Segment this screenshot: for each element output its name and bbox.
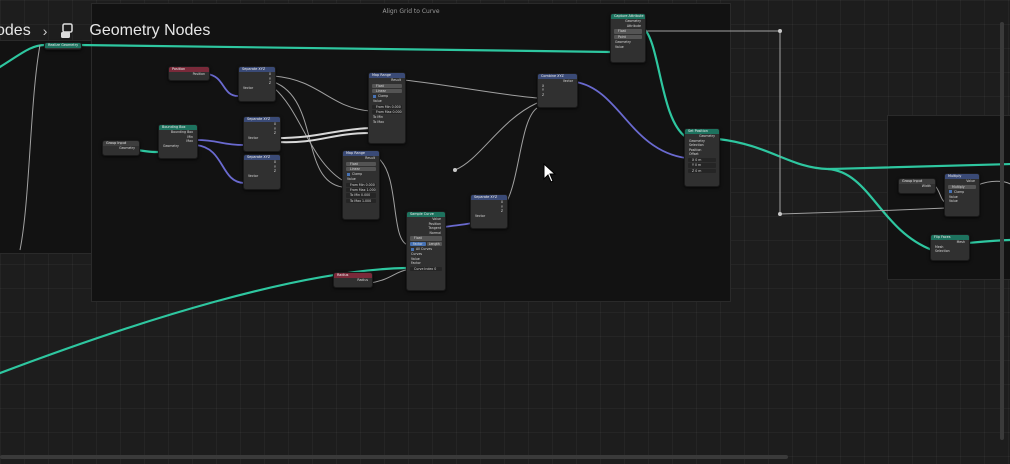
mode-length-button[interactable]: Length [426, 241, 442, 247]
horizontal-scrollbar[interactable] [0, 455, 788, 459]
field-value: 0.000 [365, 182, 375, 187]
node-multiply[interactable]: Multiply Value Multiply Clamp Value Valu… [944, 173, 980, 217]
interpolation-dropdown[interactable]: Linear [346, 166, 376, 172]
field-label: Y [692, 163, 694, 168]
output-radius: Radius [357, 278, 368, 282]
field-label: Curve Index [414, 266, 434, 271]
field-label: X [692, 157, 695, 162]
interpolation-dropdown[interactable]: Linear [372, 88, 402, 94]
node-capture-attribute[interactable]: Capture Attribute Geometry Attribute Flo… [610, 13, 646, 63]
input-z: Z [542, 92, 545, 97]
data-type-dropdown[interactable]: Float [372, 83, 402, 88]
node-group-input-2[interactable]: Group Input Width [898, 178, 936, 194]
node-realize-geometry[interactable]: Realize Geometry [44, 42, 82, 50]
field-label: To Min [350, 193, 361, 198]
node-separate-xyz-1[interactable]: Separate XYZ X Y Z Vector [238, 66, 276, 102]
node-tree-icon [61, 23, 74, 38]
data-type-dropdown[interactable]: Float [614, 29, 642, 34]
output-socket-label: Position [192, 72, 205, 76]
data-type-dropdown[interactable]: Float [410, 236, 442, 241]
input-factor: Factor [411, 261, 421, 266]
breadcrumb-parent[interactable]: odes [0, 22, 31, 40]
node-separate-xyz-4[interactable]: Separate XYZ X Y Z Vector [470, 194, 508, 229]
node-separate-xyz-2[interactable]: Separate XYZ X Y Z Vector [243, 116, 281, 152]
node-radius[interactable]: Radius Radius [333, 272, 373, 288]
from-max-field[interactable]: From Max 1.000 [346, 187, 376, 193]
offset-y-field[interactable]: Y 0 m [688, 163, 716, 168]
node-title: Realize Geometry [45, 43, 81, 48]
input-vector: Vector [243, 85, 254, 90]
input-vector: Vector [475, 213, 486, 218]
output-normal: Normal [429, 230, 441, 235]
input-value: Value [347, 176, 356, 181]
mode-toggle: Factor Length [410, 241, 442, 247]
field-label: From Min [376, 104, 391, 109]
to-min-field[interactable]: To Min 0.000 [346, 193, 376, 198]
field-value: 0 m [695, 157, 702, 162]
field-value: 0.000 [391, 104, 401, 109]
page-title: Geometry Nodes [89, 22, 211, 39]
output-result: Result [365, 156, 375, 160]
node-map-range-2[interactable]: Map Range Result Float Linear Clamp Valu… [342, 150, 380, 220]
from-max-field[interactable]: From Max 0.000 [372, 109, 402, 115]
chevron-right-icon: › [42, 23, 48, 39]
reroute-node[interactable] [453, 168, 457, 172]
input-to-max: To Max [373, 119, 384, 124]
output-geometry: Geometry [119, 146, 135, 150]
field-label: Z [692, 168, 695, 173]
field-value: 0 m [694, 163, 702, 168]
input-value: Value [373, 98, 382, 103]
output-value: Value [966, 179, 975, 183]
input-value-2: Value [949, 199, 958, 204]
input-value: Value [615, 44, 624, 49]
field-value: 0.000 [361, 193, 371, 198]
field-label: From Max [350, 187, 366, 192]
reroute-node[interactable] [778, 212, 782, 216]
node-position[interactable]: Position Position [168, 66, 210, 81]
field-label: From Max [376, 109, 392, 114]
to-max-field[interactable]: To Max 1.000 [346, 198, 376, 204]
data-type-dropdown[interactable]: Float [346, 161, 376, 166]
operation-dropdown[interactable]: Multiply [948, 184, 976, 189]
field-value: 0 m [695, 168, 702, 173]
offset-x-field[interactable]: X 0 m [688, 157, 716, 163]
mouse-cursor-icon [543, 163, 557, 183]
node-map-range-1[interactable]: Map Range Result Float Linear Clamp Valu… [368, 72, 406, 144]
node-group-input-1[interactable]: Group Input Geometry [102, 140, 140, 156]
from-min-field[interactable]: From Min 0.000 [346, 182, 376, 187]
breadcrumb: odes › Geometry Nodes [0, 20, 210, 42]
field-value: 0 [434, 266, 437, 271]
node-separate-xyz-3[interactable]: Separate XYZ X Y Z Vector [243, 154, 281, 190]
node-set-position[interactable]: Set Position Geometry Geometry Selection… [684, 128, 720, 187]
input-offset: Offset [689, 152, 699, 157]
input-selection: Selection [935, 249, 950, 254]
field-value: 1.000 [361, 198, 372, 203]
field-value: 1.000 [366, 187, 376, 192]
curve-index-field[interactable]: Curve Index 0 [410, 266, 442, 272]
node-combine-xyz[interactable]: Combine XYZ Vector X Y Z [537, 73, 578, 108]
field-value: 0.000 [392, 109, 402, 114]
field-label: From Min [350, 182, 365, 187]
output-attribute: Attribute [626, 23, 641, 28]
input-vector: Vector [248, 173, 259, 178]
input-vector: Vector [248, 135, 259, 140]
vertical-scrollbar[interactable] [1000, 22, 1004, 440]
output-width: Width [921, 184, 931, 188]
from-min-field[interactable]: From Min 0.000 [372, 104, 402, 109]
field-label: To Max [350, 198, 361, 203]
mode-factor-button[interactable]: Factor [410, 241, 426, 247]
reroute-node[interactable] [778, 29, 782, 33]
node-wires [0, 27, 1010, 375]
node-bounding-box[interactable]: Bounding Box Bounding Box Min Max Geomet… [158, 124, 198, 159]
input-geometry: Geometry [163, 143, 179, 148]
domain-dropdown[interactable]: Point [614, 34, 642, 39]
node-sample-curve[interactable]: Sample Curve Value Position Tangent Norm… [406, 211, 446, 291]
node-flip-faces[interactable]: Flip Faces Mesh Mesh Selection [930, 234, 970, 261]
offset-z-field[interactable]: Z 0 m [688, 168, 716, 174]
output-result: Result [391, 78, 401, 82]
